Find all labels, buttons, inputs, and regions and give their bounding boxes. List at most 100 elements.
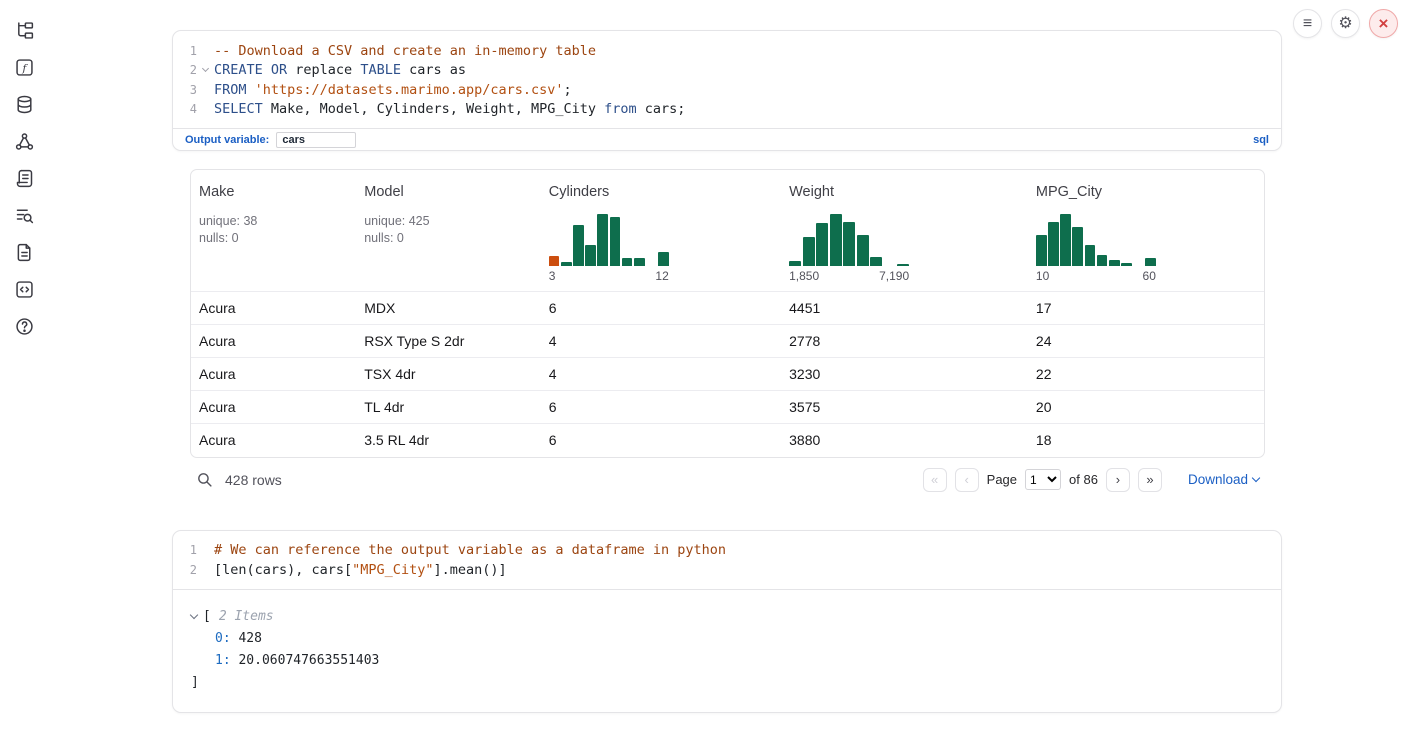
item-value: 20.060747663551403: [238, 653, 379, 668]
column-header-cylinders[interactable]: Cylinders312: [541, 170, 781, 292]
python-cell: 1# We can reference the output variable …: [172, 530, 1282, 713]
histogram-bar[interactable]: [1109, 260, 1120, 266]
column-header-weight[interactable]: Weight1,8507,190: [781, 170, 1028, 292]
collapse-arrow-icon[interactable]: [190, 611, 198, 619]
histogram-bar[interactable]: [897, 264, 909, 266]
histogram-bar[interactable]: [634, 258, 645, 266]
code-line: 1# We can reference the output variable …: [173, 541, 1281, 561]
column-header-model[interactable]: Modelunique: 425nulls: 0: [356, 170, 541, 292]
table-cell: Acura: [191, 358, 356, 391]
item-value: 428: [238, 631, 261, 646]
histogram-bar[interactable]: [622, 258, 633, 266]
histogram-bar[interactable]: [658, 252, 669, 266]
first-page-button[interactable]: «: [923, 468, 947, 492]
sidebar-item-logs[interactable]: [12, 203, 36, 227]
histogram-bar[interactable]: [816, 223, 828, 266]
code-text: SELECT Make, Model, Cylinders, Weight, M…: [214, 101, 685, 117]
column-stats: unique: 38nulls: 0: [199, 213, 348, 246]
next-page-button[interactable]: ›: [1106, 468, 1130, 492]
histogram-bar[interactable]: [573, 225, 584, 266]
line-number: 1: [173, 543, 197, 557]
histogram-bar[interactable]: [803, 237, 815, 266]
tree-icon: [14, 20, 35, 41]
sidebar-item-file-explorer[interactable]: [12, 18, 36, 42]
column-label: MPG_City: [1036, 184, 1256, 200]
histogram-bar[interactable]: [1048, 222, 1059, 266]
column-histogram: 1060: [1036, 214, 1156, 283]
sidebar-item-dependency-graph[interactable]: [12, 129, 36, 153]
sidebar-item-documentation[interactable]: [12, 240, 36, 264]
last-page-button[interactable]: »: [1138, 468, 1162, 492]
table-cell: RSX Type S 2dr: [356, 325, 541, 358]
table-footer: 428 rows « ‹ Page 1 of 86 › » Download: [190, 458, 1265, 502]
histogram-bar[interactable]: [597, 214, 608, 266]
table-cell: 6: [541, 292, 781, 325]
output-variable-input[interactable]: [276, 132, 356, 148]
hist-min-label: 3: [549, 269, 556, 283]
output-list-item: 0: 428: [191, 628, 1263, 650]
column-header-mpg_city[interactable]: MPG_City 1060: [1028, 170, 1264, 292]
settings-button[interactable]: ⚙: [1331, 9, 1360, 38]
histogram-bar[interactable]: [1121, 263, 1132, 266]
histogram-bar[interactable]: [561, 262, 572, 266]
histogram-bar[interactable]: [1145, 258, 1156, 266]
search-icon[interactable]: [196, 471, 213, 488]
sidebar: f: [7, 18, 41, 338]
histogram-bar[interactable]: [1072, 227, 1083, 266]
data-table: Make unique: 38nulls: 0Modelunique: 425nu…: [191, 170, 1264, 457]
histogram-bar[interactable]: [830, 214, 842, 266]
page-select[interactable]: 1: [1025, 469, 1061, 490]
table-cell: 4: [541, 325, 781, 358]
download-label: Download: [1188, 472, 1248, 487]
sidebar-item-variables[interactable]: f: [12, 55, 36, 79]
code-line: 1-- Download a CSV and create an in-memo…: [173, 41, 1281, 61]
sidebar-item-outline[interactable]: [12, 166, 36, 190]
table-row[interactable]: AcuraTL 4dr6357520: [191, 391, 1264, 424]
hist-min-label: 1,850: [789, 269, 819, 283]
list-search-icon: [14, 205, 35, 226]
sidebar-item-snippets[interactable]: [12, 277, 36, 301]
chevron-down-icon: [1252, 474, 1260, 482]
line-number: 1: [173, 44, 197, 58]
sidebar-item-data-sources[interactable]: [12, 92, 36, 116]
column-histogram: 1,850 7,190: [789, 214, 909, 283]
page-total-label: of 86: [1069, 472, 1098, 487]
histogram-bar[interactable]: [843, 222, 855, 266]
fold-arrow-icon[interactable]: [197, 69, 214, 71]
histogram-bar[interactable]: [1060, 214, 1071, 266]
histogram-bar[interactable]: [857, 235, 869, 266]
gear-icon: ⚙: [1338, 16, 1352, 32]
histogram-bar[interactable]: [789, 261, 801, 266]
notebook: 1-- Download a CSV and create an in-memo…: [172, 30, 1282, 713]
histogram-bar[interactable]: [1097, 255, 1108, 266]
table-row[interactable]: AcuraTSX 4dr4323022: [191, 358, 1264, 391]
hist-max-label: 7,190: [879, 269, 909, 283]
sql-editor[interactable]: 1-- Download a CSV and create an in-memo…: [173, 31, 1281, 128]
histogram-bar[interactable]: [1085, 245, 1096, 266]
shutdown-button[interactable]: ×: [1369, 9, 1398, 38]
output-open-bracket: [: [203, 606, 211, 628]
column-label: Make: [199, 184, 348, 200]
table-row[interactable]: AcuraMDX6445117: [191, 292, 1264, 325]
histogram-bar[interactable]: [1036, 235, 1047, 266]
python-output: [ 2 Items 0: 4281: 20.060747663551403 ]: [173, 589, 1281, 712]
table-cell: 22: [1028, 358, 1264, 391]
items-count-label: 2 Items: [219, 606, 274, 628]
table-cell: 20: [1028, 391, 1264, 424]
histogram-bar[interactable]: [549, 256, 560, 266]
table-row[interactable]: Acura3.5 RL 4dr6388018: [191, 424, 1264, 457]
prev-page-button[interactable]: ‹: [955, 468, 979, 492]
table-row[interactable]: AcuraRSX Type S 2dr4277824: [191, 325, 1264, 358]
notebook-menu-button[interactable]: ≡: [1293, 9, 1322, 38]
histogram-bar[interactable]: [585, 245, 596, 266]
sidebar-item-help[interactable]: [12, 314, 36, 338]
python-editor[interactable]: 1# We can reference the output variable …: [173, 531, 1281, 589]
item-index: 1:: [215, 653, 231, 668]
sql-cell-footer: Output variable: sql: [173, 128, 1281, 150]
histogram-bar[interactable]: [870, 257, 882, 266]
hist-max-label: 12: [655, 269, 668, 283]
download-button[interactable]: Download: [1188, 472, 1259, 487]
column-header-make[interactable]: Make unique: 38nulls: 0: [191, 170, 356, 292]
histogram-bar[interactable]: [610, 217, 621, 266]
table-cell: 6: [541, 391, 781, 424]
